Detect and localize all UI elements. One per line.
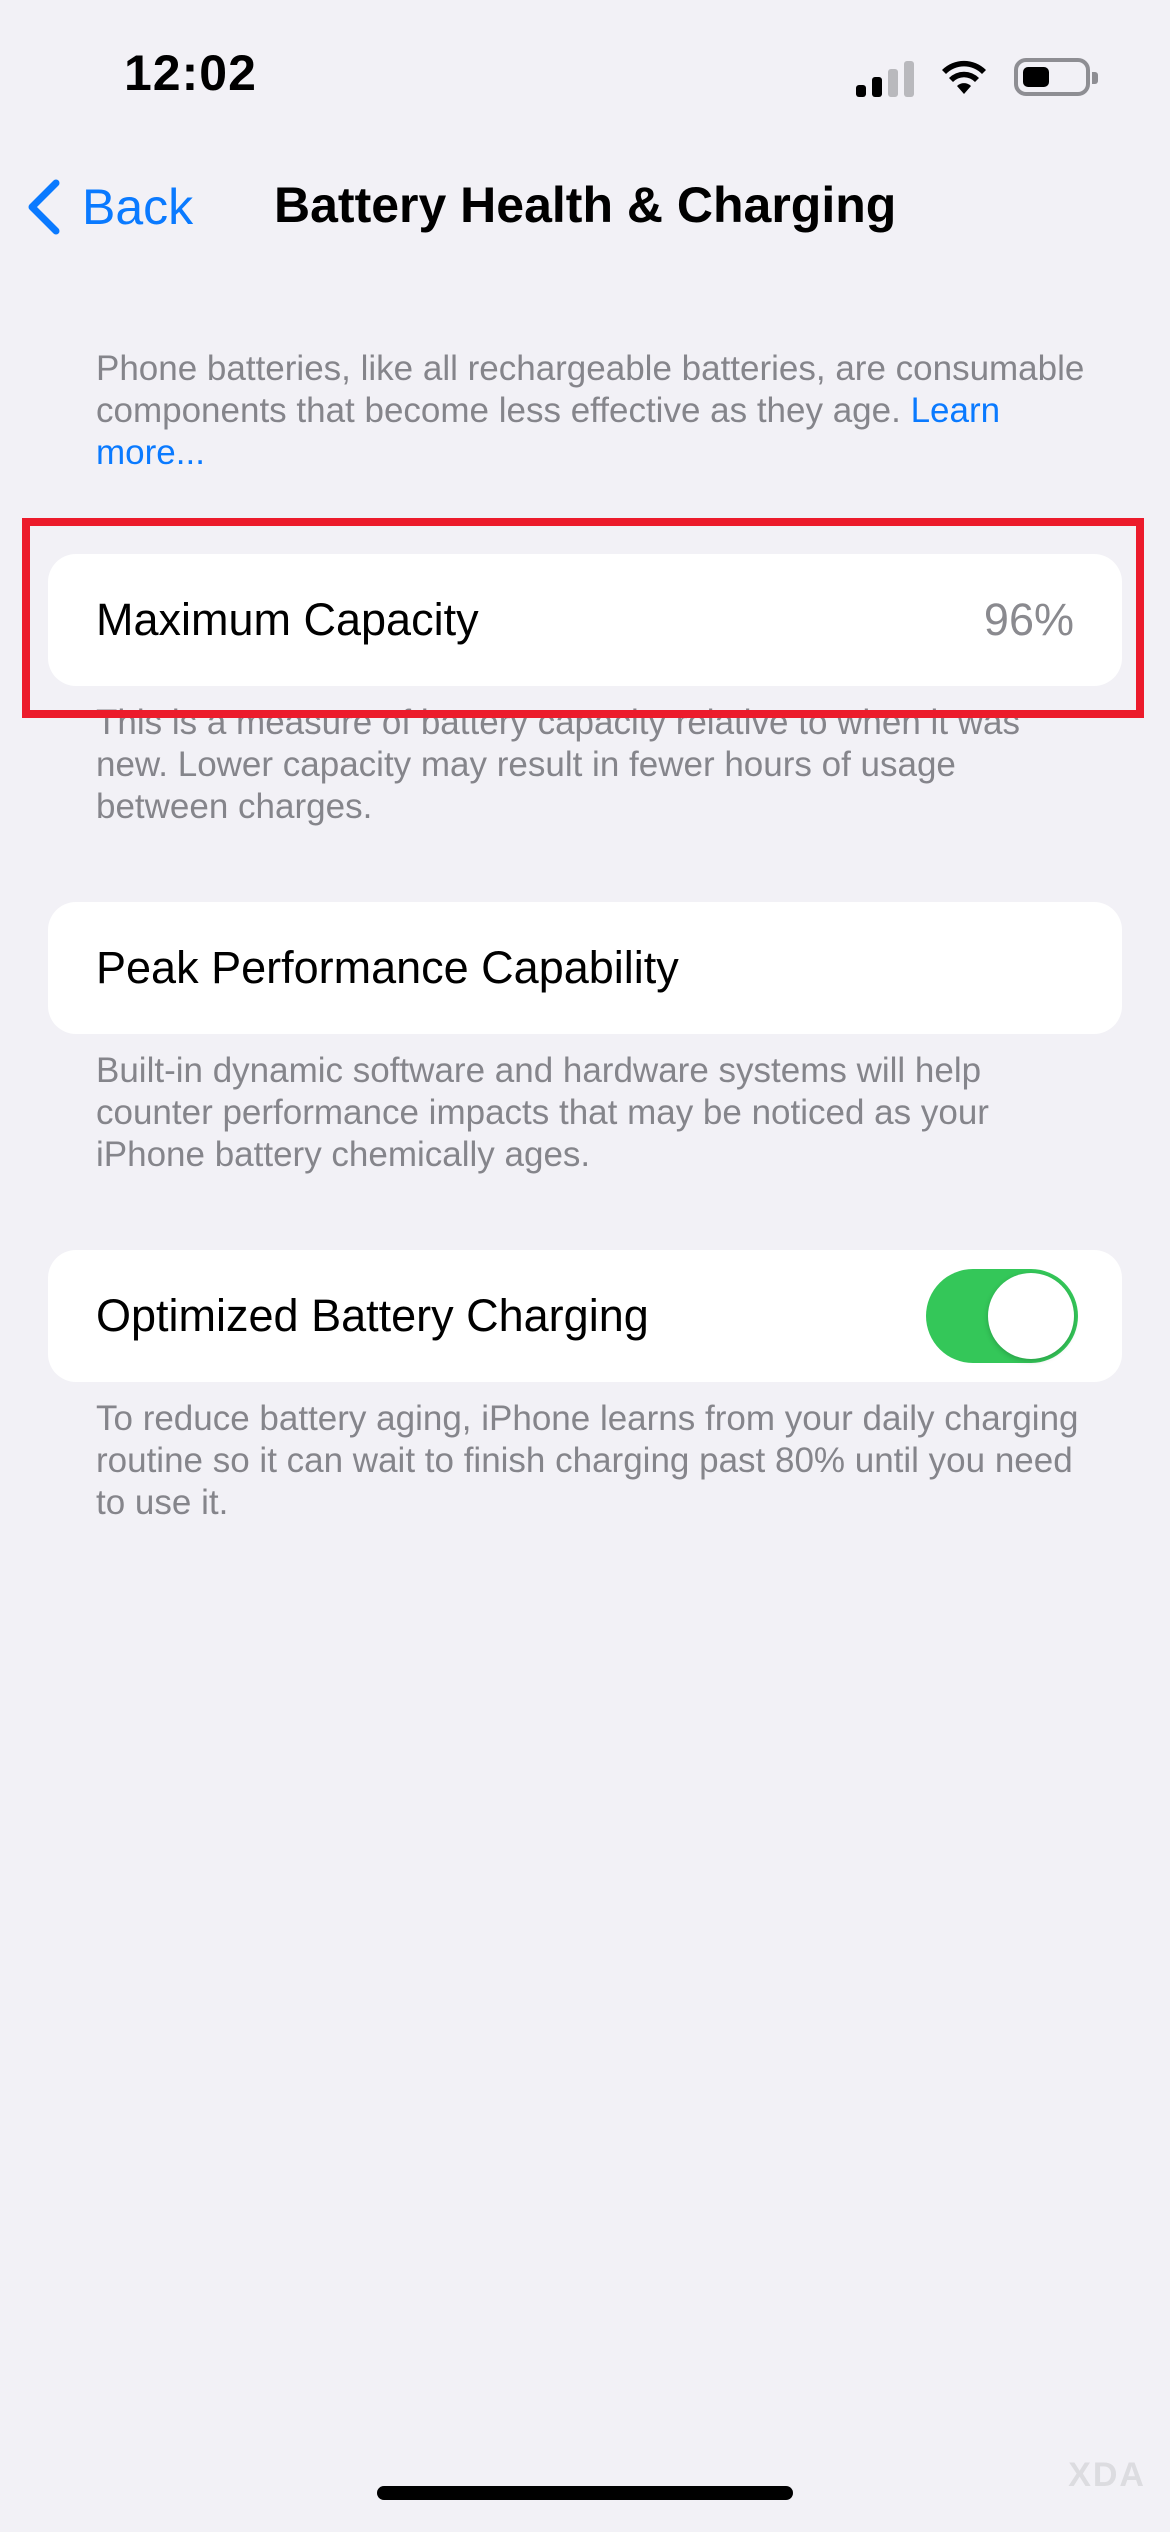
peak-performance-label: Peak Performance Capability: [96, 942, 679, 993]
maximum-capacity-footnote: This is a measure of battery capacity re…: [96, 703, 1021, 826]
peak-performance-row[interactable]: Peak Performance Capability: [48, 902, 1122, 1034]
toggle-knob: [988, 1273, 1074, 1359]
highlight-box: [22, 518, 1144, 718]
chevron-left-icon: [28, 179, 60, 235]
intro-text: Phone batteries, like all rechargeable b…: [96, 348, 1086, 474]
status-time: 12:02: [124, 45, 257, 101]
back-button-label: Back: [82, 179, 194, 235]
xda-watermark: XDA: [1068, 2456, 1146, 2494]
battery-icon: [1014, 58, 1098, 96]
optimized-charging-label: Optimized Battery Charging: [96, 1290, 649, 1341]
back-button[interactable]: Back: [26, 172, 193, 242]
status-icons: [856, 52, 1098, 102]
page-title: Battery Health & Charging: [274, 177, 897, 233]
peak-performance-footnote: Built-in dynamic software and hardware s…: [96, 1051, 989, 1174]
screen: 12:02 Back Battery Health & Charging Pho…: [0, 0, 1170, 2532]
wifi-icon: [942, 60, 986, 94]
optimized-charging-toggle[interactable]: [926, 1269, 1078, 1363]
cellular-signal-icon: [856, 57, 914, 97]
optimized-charging-footnote: To reduce battery aging, iPhone learns f…: [96, 1399, 1079, 1522]
home-indicator[interactable]: [377, 2486, 793, 2500]
optimized-charging-row: Optimized Battery Charging: [48, 1250, 1122, 1382]
